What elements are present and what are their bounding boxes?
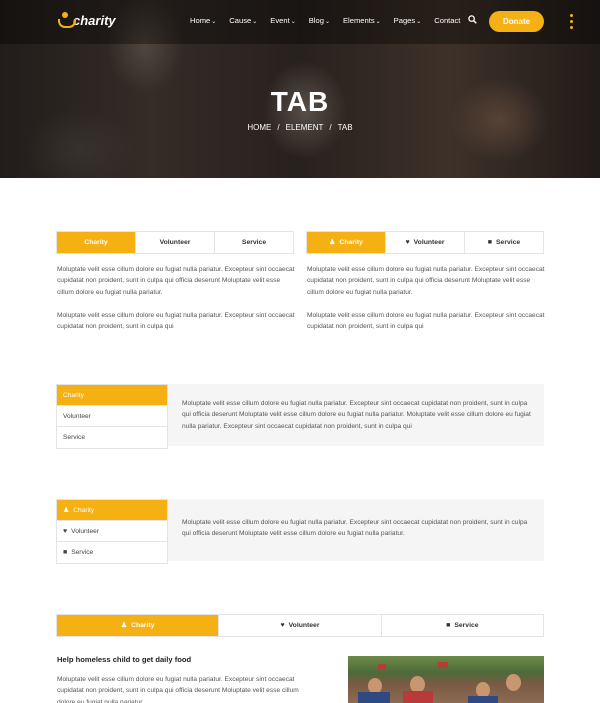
tab-charity[interactable]: ♟ Charity	[57, 500, 167, 521]
tab-volunteer[interactable]: ♥ Volunteer	[386, 232, 465, 253]
tab-service[interactable]: Service	[57, 427, 167, 448]
search-icon[interactable]	[468, 15, 477, 24]
menu-item-pages[interactable]: Pages⌄	[394, 16, 422, 25]
menu-item-cause[interactable]: Cause⌄	[229, 16, 257, 25]
tab-content-heading: Help homeless child to get daily food	[57, 655, 192, 664]
menu-item-event[interactable]: Event⌄	[270, 16, 295, 25]
chevron-down-icon: ⌄	[375, 19, 381, 25]
chevron-down-icon: ⌄	[324, 19, 330, 25]
logo-text: charity	[73, 12, 116, 28]
breadcrumb: HOME / ELEMENT / TAB	[0, 123, 600, 132]
chevron-down-icon: ⌄	[252, 19, 258, 25]
breadcrumb-separator: /	[277, 123, 280, 132]
breadcrumb-current: TAB	[337, 123, 353, 132]
more-menu-icon[interactable]	[570, 14, 573, 30]
vertical-tab-list: Charity Volunteer Service	[56, 384, 168, 449]
vertical-tab-panel: Moluptate velit esse cillum dolore eu fu…	[168, 499, 544, 561]
heart-icon: ♥	[63, 527, 68, 535]
breadcrumb-home[interactable]: HOME	[247, 123, 271, 132]
tab-content-paragraph: Moluptate velit esse cillum dolore eu fu…	[57, 266, 295, 296]
chevron-down-icon: ⌄	[416, 19, 422, 25]
tab-service[interactable]: ■ Service	[465, 232, 543, 253]
tab-bar-icons: ♟ Charity ♥ Volunteer ■ Service	[306, 231, 544, 254]
logo[interactable]: charity	[58, 12, 116, 28]
folder-icon: ■	[446, 622, 451, 629]
user-icon: ♟	[63, 506, 70, 514]
folder-icon: ■	[63, 549, 68, 556]
breadcrumb-separator: /	[329, 123, 332, 132]
page-title: TAB	[270, 86, 330, 117]
tab-charity[interactable]: ♟ Charity	[57, 615, 220, 636]
tab-charity[interactable]: ♟ Charity	[307, 232, 386, 253]
charity-logo-icon	[58, 12, 76, 28]
folder-icon: ■	[487, 239, 493, 246]
tab-volunteer[interactable]: ♥ Volunteer	[57, 521, 167, 542]
vertical-tab-panel: Moluptate velit esse cillum dolore eu fu…	[168, 384, 544, 446]
user-icon: ♟	[120, 622, 128, 629]
tab-charity[interactable]: Charity	[57, 232, 136, 253]
tab-volunteer[interactable]: Volunteer	[136, 232, 215, 253]
vertical-tab-list-icons: ♟ Charity ♥ Volunteer ■ Service	[56, 499, 168, 564]
main-menu: Home⌄ Cause⌄ Event⌄ Blog⌄ Elements⌄ Page…	[190, 16, 473, 25]
tab-service[interactable]: Service	[215, 232, 293, 253]
top-navigation: charity Home⌄ Cause⌄ Event⌄ Blog⌄ Elemen…	[0, 0, 600, 44]
tab-charity[interactable]: Charity	[57, 385, 167, 406]
tab-content-paragraph: Moluptate velit esse cillum dolore eu fu…	[57, 676, 299, 703]
tab-bar-basic: Charity Volunteer Service	[56, 231, 294, 254]
user-icon: ♟	[329, 239, 336, 246]
tab-volunteer[interactable]: Volunteer	[57, 406, 167, 427]
tab-service[interactable]: ■ Service	[382, 615, 543, 636]
heart-icon: ♥	[405, 239, 410, 246]
menu-item-home[interactable]: Home⌄	[190, 16, 216, 25]
breadcrumb-element[interactable]: ELEMENT	[286, 123, 324, 132]
donate-button[interactable]: Donate	[489, 11, 544, 32]
tab-volunteer[interactable]: ♥ Volunteer	[219, 615, 382, 636]
heart-icon: ♥	[280, 622, 285, 629]
tab-content-paragraph: Moluptate velit esse cillum dolore eu fu…	[307, 266, 545, 296]
menu-item-contact[interactable]: Contact	[434, 16, 460, 25]
tab-bar-wide: ♟ Charity ♥ Volunteer ■ Service	[56, 614, 544, 637]
chevron-down-icon: ⌄	[290, 19, 296, 25]
children-photo	[348, 656, 544, 703]
chevron-down-icon: ⌄	[211, 19, 217, 25]
tab-service[interactable]: ■ Service	[57, 542, 167, 563]
tab-content-paragraph: Moluptate velit esse cillum dolore eu fu…	[307, 312, 545, 331]
menu-item-elements[interactable]: Elements⌄	[343, 16, 381, 25]
tab-content-paragraph: Moluptate velit esse cillum dolore eu fu…	[57, 312, 295, 331]
menu-item-blog[interactable]: Blog⌄	[309, 16, 330, 25]
